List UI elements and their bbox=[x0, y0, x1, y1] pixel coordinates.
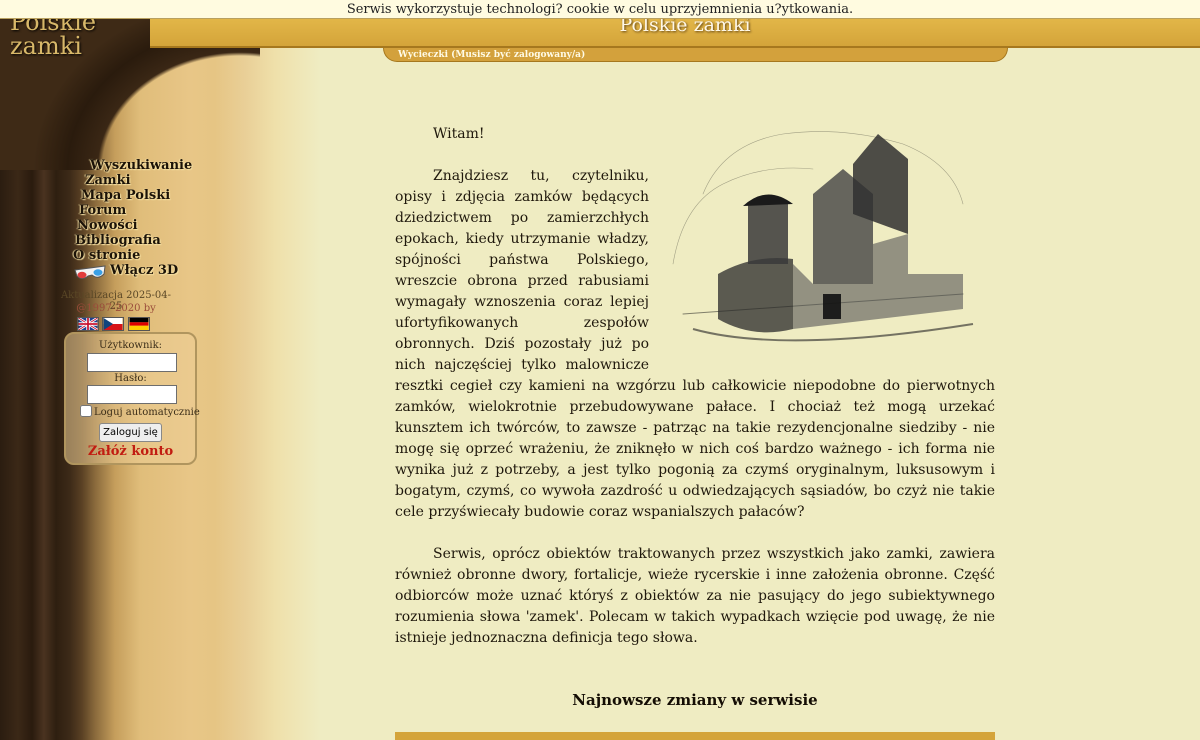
nav-item-news[interactable]: Nowości bbox=[77, 218, 138, 233]
auto-login-checkbox[interactable] bbox=[80, 405, 92, 417]
logo-line-2: zamki bbox=[10, 32, 82, 60]
cookie-notice: Serwis wykorzystuje technologi? cookie w… bbox=[0, 0, 1200, 19]
copyright: @1997-2020 by bbox=[76, 303, 156, 314]
nav-item-castles[interactable]: Zamki bbox=[85, 173, 131, 188]
auto-login-row: Loguj automatycznie bbox=[80, 405, 200, 418]
nav-item-bibliography[interactable]: Bibliografia bbox=[75, 233, 161, 248]
main-content: Witam! Znajdziesz tu, czytelniku, opisy … bbox=[395, 124, 995, 649]
castle-drawing bbox=[672, 131, 974, 342]
german-flag-icon[interactable] bbox=[128, 317, 150, 331]
uk-flag-icon[interactable] bbox=[77, 317, 99, 331]
toggle-3d-link[interactable]: Włącz 3D bbox=[110, 263, 178, 278]
scope-paragraph: Serwis, oprócz obiektów traktowanych prz… bbox=[395, 546, 995, 646]
trips-link[interactable]: Wycieczki (Musisz być zalogowany/a) bbox=[398, 50, 585, 60]
username-label: Użytkownik: bbox=[98, 340, 163, 351]
auto-login-label: Loguj automatycznie bbox=[94, 407, 200, 418]
nav-item-forum[interactable]: Forum bbox=[79, 203, 126, 218]
latest-changes-bar bbox=[395, 732, 995, 740]
nav-item-about[interactable]: O stronie bbox=[73, 248, 140, 263]
nav-item-map[interactable]: Mapa Polski bbox=[81, 188, 170, 203]
3d-glasses-icon[interactable] bbox=[74, 264, 106, 282]
nav-item-search[interactable]: Wyszukiwanie bbox=[90, 158, 192, 173]
czech-flag-icon[interactable] bbox=[102, 317, 124, 331]
latest-changes-heading: Najnowsze zmiany w serwisie bbox=[572, 691, 818, 709]
login-button[interactable]: Zaloguj się bbox=[99, 423, 162, 442]
register-link[interactable]: Załóż konto bbox=[66, 444, 195, 459]
login-form: Użytkownik: Hasło: Loguj automatycznie Z… bbox=[64, 332, 200, 465]
password-label: Hasło: bbox=[114, 373, 147, 384]
username-input[interactable] bbox=[87, 353, 177, 372]
password-input[interactable] bbox=[87, 385, 177, 404]
